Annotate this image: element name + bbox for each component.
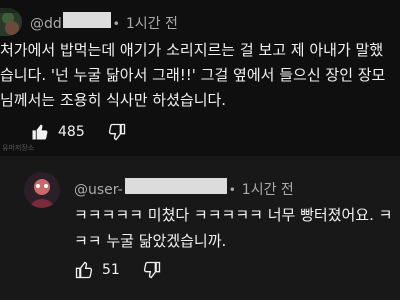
thumbs-up-icon[interactable] xyxy=(74,260,94,280)
comment-2: @user- • 1시간 전 ㅋㅋㅋㅋㅋ 미쳤다 ㅋㅋㅋㅋㅋ 너무 빵터졌어요.… xyxy=(0,156,400,300)
thumbs-up-icon[interactable] xyxy=(30,122,50,142)
comment-actions: 51 xyxy=(74,260,162,280)
comment-author[interactable]: @dd xyxy=(30,16,62,32)
comment-meta: @user- • 1시간 전 xyxy=(74,178,294,199)
comment-time[interactable]: 1시간 전 xyxy=(126,13,178,33)
dot-separator: • xyxy=(228,183,236,197)
thumbs-down-icon[interactable] xyxy=(107,122,127,142)
comment-actions: 485 xyxy=(30,122,127,142)
comment-meta: @dd • 1시간 전 xyxy=(30,12,178,33)
like-count: 485 xyxy=(58,124,85,140)
avatar[interactable] xyxy=(0,8,22,36)
comment-author[interactable]: @user- xyxy=(74,182,123,198)
avatar[interactable] xyxy=(24,172,60,208)
like-count: 51 xyxy=(102,262,120,278)
thumbs-down-icon[interactable] xyxy=(142,260,162,280)
comment-text: 처가에서 밥먹는데 애기가 소리지르는 걸 보고 제 아내가 말했습니다. '넌… xyxy=(0,41,386,109)
comment-1: @dd • 1시간 전 처가에서 밥먹는데 애기가 소리지르는 걸 보고 제 아… xyxy=(0,0,400,156)
watermark: 유머저장소 xyxy=(2,144,35,152)
comment-time[interactable]: 1시간 전 xyxy=(242,179,294,199)
dot-separator: • xyxy=(112,17,120,31)
comment-text: ㅋㅋㅋㅋㅋ 미쳤다 ㅋㅋㅋㅋㅋ 너무 빵터졌어요. ㅋㅋㅋ 누굴 닮았겠습니까. xyxy=(74,206,393,250)
redacted-name xyxy=(124,178,227,194)
redacted-name xyxy=(62,12,111,28)
